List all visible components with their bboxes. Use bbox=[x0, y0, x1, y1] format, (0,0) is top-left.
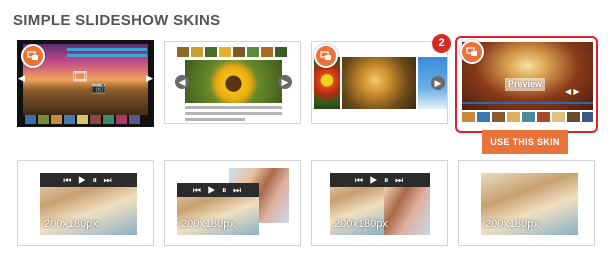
page-title: SIMPLE SLIDESHOW SKINS bbox=[13, 12, 221, 29]
skin-card-7[interactable]: ⏮ ▶ ⏸ ⏭ 200x180px bbox=[311, 160, 448, 246]
step-badge: 2 bbox=[432, 34, 451, 53]
progress-bar bbox=[462, 102, 593, 104]
playback-controls[interactable]: ⏮ ▶ ⏸ ⏭ bbox=[177, 183, 259, 197]
caption-line bbox=[185, 112, 282, 115]
size-label: 200x180px bbox=[334, 218, 388, 230]
size-label: 200x180px bbox=[181, 218, 235, 230]
camera-icon: 📷 bbox=[91, 80, 106, 94]
arrow-right-icon[interactable]: ▶ bbox=[146, 73, 153, 84]
arrow-left-icon[interactable]: ◀ bbox=[175, 75, 189, 89]
slideshow-icon bbox=[21, 44, 45, 68]
skin-card-4-selected[interactable]: Preview ◀ ▶ bbox=[455, 36, 598, 133]
slideshow-icon bbox=[314, 44, 338, 68]
skin-card-8[interactable]: 200x180px bbox=[458, 160, 595, 246]
size-label: 200x180px bbox=[485, 218, 539, 230]
thumbnail-strip bbox=[462, 111, 593, 123]
size-label: 200x180px bbox=[44, 218, 98, 230]
caption-line bbox=[185, 118, 245, 121]
playback-controls[interactable]: ⏮ ▶ ⏸ ⏭ bbox=[40, 173, 137, 187]
skin-card-3[interactable]: ▶ bbox=[311, 41, 448, 124]
thumbnail-strip bbox=[175, 46, 291, 58]
progress-bar bbox=[67, 48, 147, 51]
use-this-skin-button[interactable]: USE THIS SKIN bbox=[482, 130, 568, 154]
progress-bar bbox=[67, 54, 147, 57]
caption-line bbox=[185, 106, 282, 109]
thumbnail-strip bbox=[23, 115, 148, 125]
slide-nav-controls[interactable]: ◀ ▶ bbox=[565, 87, 580, 96]
sunflower-image bbox=[185, 60, 282, 103]
skin-card-6[interactable]: ⏮ ▶ ⏸ ⏭ 200x180px bbox=[164, 160, 301, 246]
slideshow-icon bbox=[460, 40, 484, 64]
video-icon: 🎞 bbox=[71, 68, 89, 84]
skin-card-1[interactable]: 🎞 📷 ◀ ▶ bbox=[17, 40, 154, 127]
arrow-right-icon[interactable]: ▶ bbox=[431, 76, 445, 90]
arrow-right-icon[interactable]: ▶ bbox=[278, 75, 292, 89]
skin-card-5[interactable]: ⏮ ▶ ⏸ ⏭ 200x180px bbox=[17, 160, 154, 246]
arrow-left-icon[interactable]: ◀ bbox=[18, 73, 25, 84]
golden-image bbox=[342, 57, 416, 109]
skin-card-2[interactable]: ◀ ▶ bbox=[164, 41, 301, 124]
preview-label[interactable]: Preview bbox=[505, 78, 545, 91]
playback-controls[interactable]: ⏮ ▶ ⏸ ⏭ bbox=[330, 173, 430, 187]
